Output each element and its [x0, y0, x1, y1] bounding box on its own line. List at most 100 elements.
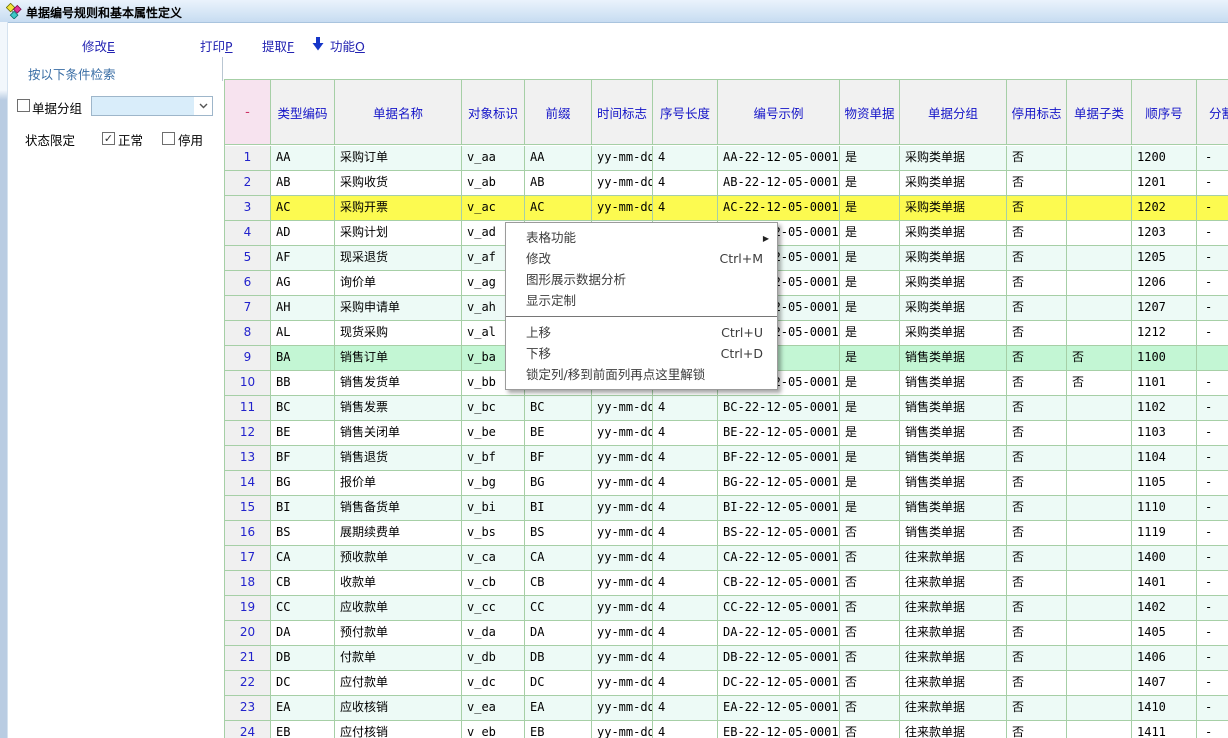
cell-rownum[interactable]: 4: [225, 221, 271, 246]
left-panel-strip[interactable]: [0, 22, 8, 738]
cell-split[interactable]: -: [1197, 671, 1228, 696]
menu-item-move-down[interactable]: 下移 Ctrl+D: [506, 343, 777, 364]
cell-time-flag[interactable]: yy-mm-dd: [592, 146, 653, 171]
table-row[interactable]: 15BI销售备货单v_biBIyy-mm-dd4BI-22-12-05-0001…: [225, 496, 1228, 521]
table-row[interactable]: 12BE销售关闭单v_beBEyy-mm-dd4BE-22-12-05-0001…: [225, 421, 1228, 446]
cell-number-example[interactable]: BE-22-12-05-0001: [718, 421, 840, 446]
cell-rownum[interactable]: 22: [225, 671, 271, 696]
cell-doc-name[interactable]: 现采退货: [335, 246, 462, 271]
cell-object-id[interactable]: v_bc: [462, 396, 525, 421]
cell-time-flag[interactable]: yy-mm-dd: [592, 696, 653, 721]
cell-disabled-flag[interactable]: 否: [1007, 671, 1067, 696]
print-button[interactable]: 打印P: [200, 36, 233, 55]
cell-doc-group[interactable]: 销售类单据: [900, 496, 1007, 521]
cell-prefix[interactable]: BE: [525, 421, 592, 446]
cell-time-flag[interactable]: yy-mm-dd: [592, 521, 653, 546]
cell-doc-name[interactable]: 应收核销: [335, 696, 462, 721]
cell-object-id[interactable]: v_ea: [462, 696, 525, 721]
cell-sequence-no[interactable]: 1103: [1132, 421, 1197, 446]
cell-doc-subclass[interactable]: [1067, 146, 1132, 171]
cell-type-code[interactable]: AH: [271, 296, 335, 321]
cell-doc-name[interactable]: 采购收货: [335, 171, 462, 196]
cell-number-example[interactable]: AA-22-12-05-0001: [718, 146, 840, 171]
cell-type-code[interactable]: AB: [271, 171, 335, 196]
cell-sequence-no[interactable]: 1206: [1132, 271, 1197, 296]
column-header-type-code[interactable]: 类型编码: [271, 80, 335, 145]
table-row[interactable]: 14BG报价单v_bgBGyy-mm-dd4BG-22-12-05-0001是销…: [225, 471, 1228, 496]
cell-serial-length[interactable]: 4: [653, 421, 718, 446]
cell-doc-group[interactable]: 销售类单据: [900, 421, 1007, 446]
cell-sequence-no[interactable]: 1411: [1132, 721, 1197, 738]
cell-rownum[interactable]: 19: [225, 596, 271, 621]
cell-sequence-no[interactable]: 1401: [1132, 571, 1197, 596]
cell-doc-subclass[interactable]: [1067, 171, 1132, 196]
cell-prefix[interactable]: DB: [525, 646, 592, 671]
cell-object-id[interactable]: v_cc: [462, 596, 525, 621]
cell-rownum[interactable]: 14: [225, 471, 271, 496]
cell-material-doc[interactable]: 否: [840, 696, 900, 721]
cell-doc-subclass[interactable]: [1067, 321, 1132, 346]
cell-type-code[interactable]: BF: [271, 446, 335, 471]
column-header-disabled-flag[interactable]: 停用标志: [1007, 80, 1067, 145]
menu-item-display-customize[interactable]: 显示定制: [506, 290, 777, 311]
cell-doc-group[interactable]: 采购类单据: [900, 296, 1007, 321]
table-row[interactable]: 2AB采购收货v_abAByy-mm-dd4AB-22-12-05-0001是采…: [225, 171, 1228, 196]
cell-type-code[interactable]: BB: [271, 371, 335, 396]
cell-doc-group[interactable]: 采购类单据: [900, 221, 1007, 246]
cell-number-example[interactable]: CB-22-12-05-0001: [718, 571, 840, 596]
column-header-object-id[interactable]: 对象标识: [462, 80, 525, 145]
cell-doc-name[interactable]: 预付款单: [335, 621, 462, 646]
cell-split[interactable]: -: [1197, 546, 1228, 571]
cell-doc-subclass[interactable]: [1067, 571, 1132, 596]
cell-serial-length[interactable]: 4: [653, 646, 718, 671]
cell-disabled-flag[interactable]: 否: [1007, 571, 1067, 596]
cell-doc-group[interactable]: 采购类单据: [900, 196, 1007, 221]
cell-number-example[interactable]: AC-22-12-05-0001: [718, 196, 840, 221]
cell-type-code[interactable]: BG: [271, 471, 335, 496]
table-row[interactable]: 20DA预付款单v_daDAyy-mm-dd4DA-22-12-05-0001否…: [225, 621, 1228, 646]
cell-rownum[interactable]: 9: [225, 346, 271, 371]
menu-item-table-functions[interactable]: 表格功能 ▶: [506, 227, 777, 248]
cell-rownum[interactable]: 5: [225, 246, 271, 271]
cell-object-id[interactable]: v_eb: [462, 721, 525, 738]
cell-number-example[interactable]: BI-22-12-05-0001: [718, 496, 840, 521]
table-row[interactable]: 3AC采购开票v_acACyy-mm-dd4AC-22-12-05-0001是采…: [225, 196, 1228, 221]
cell-prefix[interactable]: BI: [525, 496, 592, 521]
cell-object-id[interactable]: v_ac: [462, 196, 525, 221]
cell-split[interactable]: -: [1197, 446, 1228, 471]
cell-serial-length[interactable]: 4: [653, 571, 718, 596]
cell-doc-name[interactable]: 采购开票: [335, 196, 462, 221]
cell-prefix[interactable]: EA: [525, 696, 592, 721]
cell-sequence-no[interactable]: 1410: [1132, 696, 1197, 721]
cell-doc-name[interactable]: 应付核销: [335, 721, 462, 738]
cell-sequence-no[interactable]: 1203: [1132, 221, 1197, 246]
table-row[interactable]: 19CC应收款单v_ccCCyy-mm-dd4CC-22-12-05-0001否…: [225, 596, 1228, 621]
cell-time-flag[interactable]: yy-mm-dd: [592, 171, 653, 196]
cell-doc-name[interactable]: 采购订单: [335, 146, 462, 171]
cell-rownum[interactable]: 17: [225, 546, 271, 571]
cell-disabled-flag[interactable]: 否: [1007, 621, 1067, 646]
table-row[interactable]: 21DB付款单v_dbDByy-mm-dd4DB-22-12-05-0001否往…: [225, 646, 1228, 671]
cell-material-doc[interactable]: 是: [840, 321, 900, 346]
cell-serial-length[interactable]: 4: [653, 446, 718, 471]
table-row[interactable]: 16BS展期续费单v_bsBSyy-mm-dd4BS-22-12-05-0001…: [225, 521, 1228, 546]
cell-serial-length[interactable]: 4: [653, 146, 718, 171]
cell-material-doc[interactable]: 否: [840, 621, 900, 646]
cell-split[interactable]: -: [1197, 321, 1228, 346]
menu-item-move-up[interactable]: 上移 Ctrl+U: [506, 322, 777, 343]
cell-doc-name[interactable]: 付款单: [335, 646, 462, 671]
cell-time-flag[interactable]: yy-mm-dd: [592, 446, 653, 471]
function-button[interactable]: 功能O: [330, 36, 365, 55]
cell-type-code[interactable]: AG: [271, 271, 335, 296]
cell-doc-group[interactable]: 往来款单据: [900, 721, 1007, 738]
cell-time-flag[interactable]: yy-mm-dd: [592, 721, 653, 738]
cell-sequence-no[interactable]: 1207: [1132, 296, 1197, 321]
cell-prefix[interactable]: DA: [525, 621, 592, 646]
cell-doc-group[interactable]: 采购类单据: [900, 321, 1007, 346]
cell-material-doc[interactable]: 是: [840, 196, 900, 221]
cell-material-doc[interactable]: 是: [840, 296, 900, 321]
menu-item-modify[interactable]: 修改 Ctrl+M: [506, 248, 777, 269]
cell-doc-subclass[interactable]: [1067, 471, 1132, 496]
cell-split[interactable]: -: [1197, 596, 1228, 621]
cell-sequence-no[interactable]: 1212: [1132, 321, 1197, 346]
